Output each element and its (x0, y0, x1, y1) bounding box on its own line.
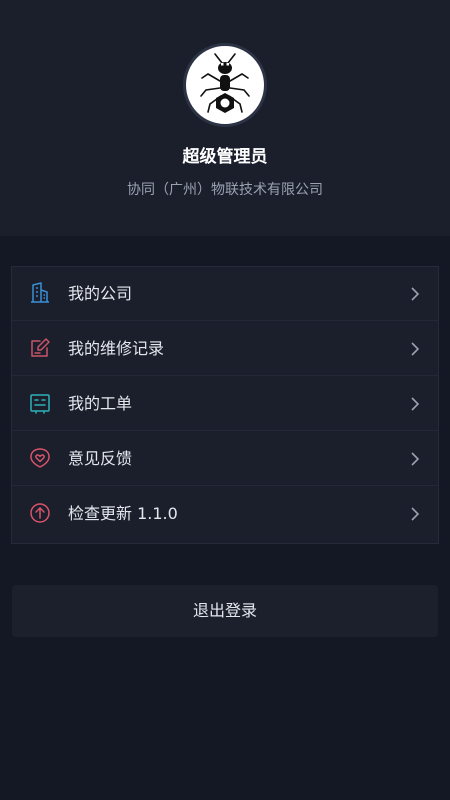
work-order-icon (30, 394, 50, 414)
menu-item-work-orders[interactable]: 我的工单 (12, 377, 438, 431)
menu-item-feedback[interactable]: 意见反馈 (12, 432, 438, 486)
logout-button[interactable]: 退出登录 (12, 585, 438, 637)
edit-note-icon (31, 338, 50, 357)
menu-item-my-company[interactable]: 我的公司 (12, 267, 438, 321)
building-icon (31, 282, 49, 303)
profile-header: 超级管理员 协同（广州）物联技术有限公司 (0, 0, 450, 236)
chevron-right-icon (411, 342, 420, 356)
chevron-right-icon (411, 397, 420, 411)
feedback-heart-icon (30, 448, 50, 468)
avatar[interactable] (183, 43, 267, 127)
menu-item-label: 检查更新 1.1.0 (68, 504, 178, 523)
menu-item-label: 我的工单 (68, 394, 133, 413)
menu-list: 我的公司 我的维修记录 我的工单 意见反馈 检查更新 1.1.0 (11, 266, 439, 544)
user-name: 超级管理员 (182, 147, 268, 167)
ant-robot-logo-icon (200, 53, 250, 113)
chevron-right-icon (411, 287, 420, 301)
chevron-right-icon (411, 452, 420, 466)
menu-item-label: 我的公司 (68, 284, 133, 303)
menu-item-label: 意见反馈 (68, 449, 133, 468)
menu-item-repair-records[interactable]: 我的维修记录 (12, 322, 438, 376)
company-name: 协同（广州）物联技术有限公司 (127, 182, 323, 198)
chevron-right-icon (411, 507, 420, 521)
menu-item-label: 我的维修记录 (68, 339, 165, 358)
upload-circle-icon (30, 503, 50, 523)
menu-item-check-update[interactable]: 检查更新 1.1.0 (12, 487, 438, 541)
